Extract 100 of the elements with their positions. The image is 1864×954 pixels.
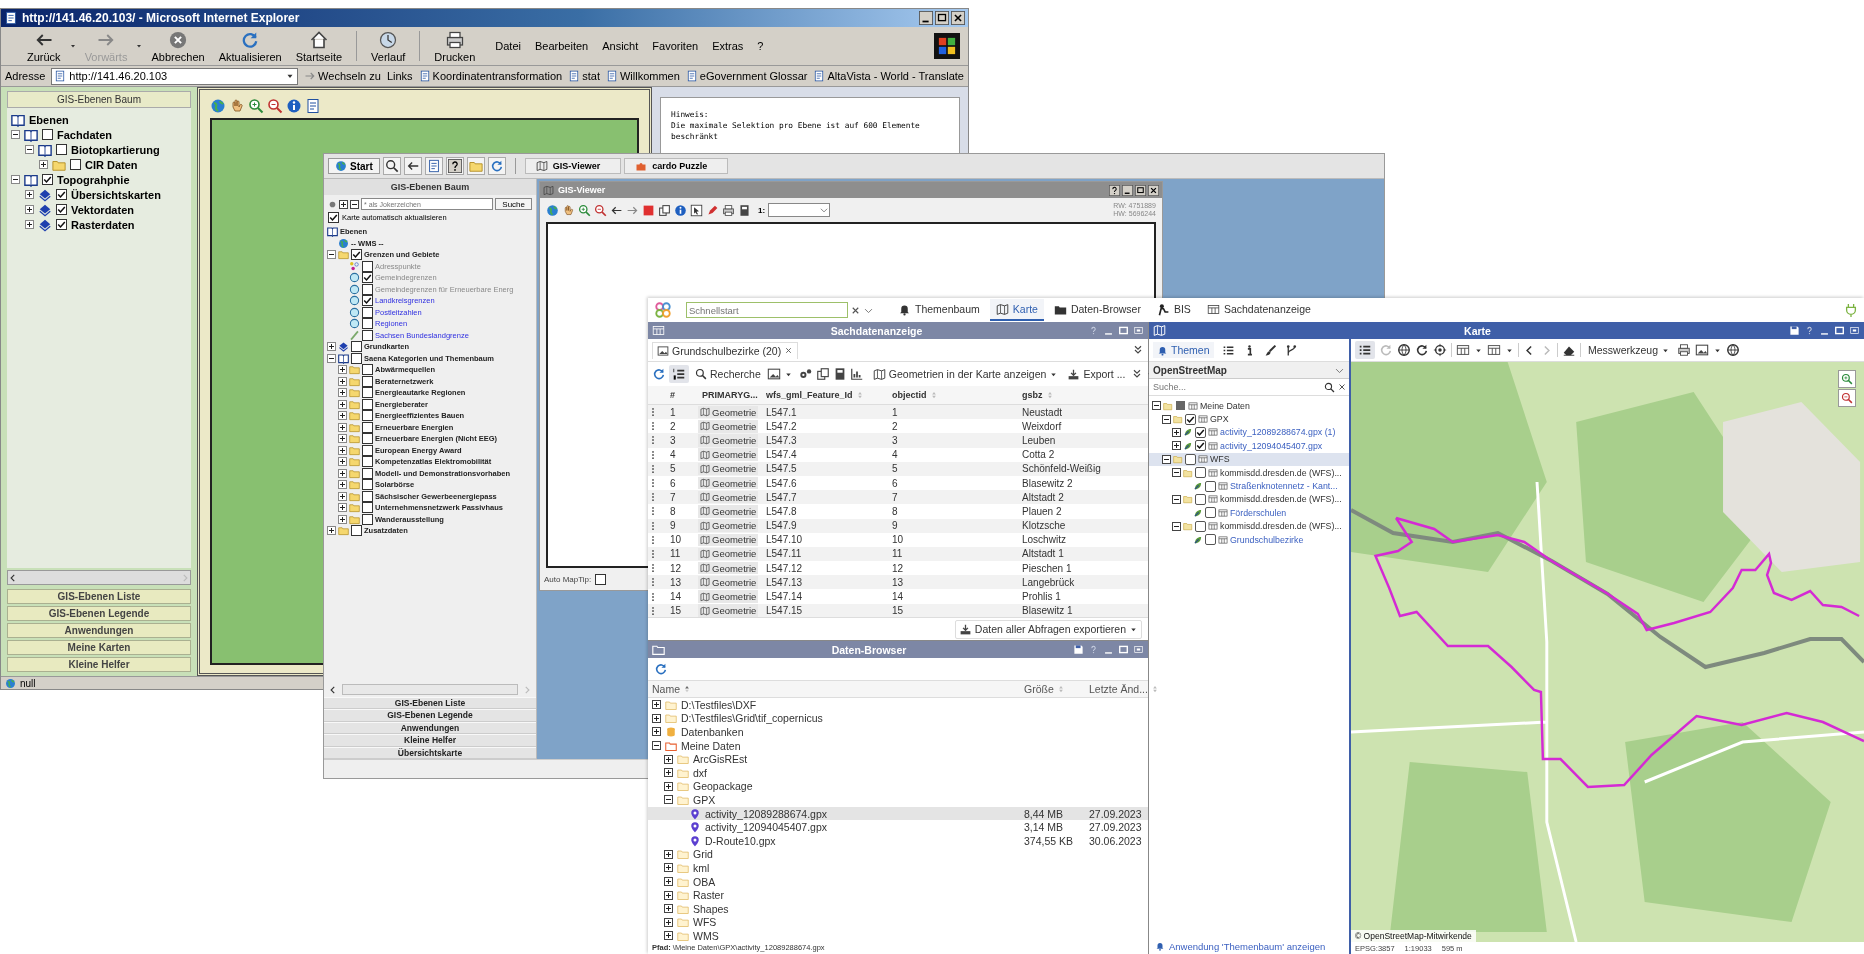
geometry-button[interactable]: Geometrie (698, 505, 759, 518)
file-row[interactable]: WMS (648, 929, 1148, 942)
panel-button[interactable]: GIS-Ebenen Legende (324, 709, 536, 722)
geometry-button[interactable]: Geometrie (698, 420, 759, 433)
menu-item[interactable]: Extras (712, 40, 744, 52)
tree-label[interactable]: CIR Daten (85, 158, 138, 171)
file-row[interactable]: D:\Testfiles\DXF (648, 698, 1148, 712)
file-row[interactable]: activity_12089288674.gpx 8,44 MB 27.09.2023 (648, 806, 1148, 821)
geometry-button[interactable]: Geometrie (698, 533, 759, 547)
panel-button[interactable]: GIS-Ebenen Liste (324, 696, 536, 709)
tree-label[interactable]: Übersichtskarten (71, 188, 161, 201)
toolbar-button[interactable]: Abbrechen (145, 27, 211, 65)
result-tab[interactable]: Grundschulbezirke (20) (652, 341, 799, 359)
panel-button[interactable]: Anwendungen (7, 623, 191, 638)
geometry-button[interactable]: Geometrie (698, 405, 759, 419)
toolbar-button[interactable]: Zurück (21, 27, 67, 65)
tree-label[interactable]: Topograhphie (57, 173, 130, 186)
map-attribution[interactable]: © OpenStreetMap-Mitwirkende (1351, 930, 1476, 942)
tree-label[interactable]: WFS (1210, 454, 1230, 465)
toolbar-button[interactable]: Aktualisieren (212, 27, 288, 65)
geometry-button[interactable]: Geometrie (698, 576, 759, 589)
tree-row[interactable]: Förderschulen (1149, 506, 1349, 520)
file-row[interactable]: D:\Testfiles\Grid\tif_copernicus (648, 711, 1148, 726)
link[interactable]: stat (568, 70, 600, 82)
menu-item[interactable]: Bearbeiten (535, 40, 589, 52)
file-row[interactable]: kml (648, 861, 1148, 875)
show-app-link[interactable]: Anwendung 'Themenbaum' anzeigen (1149, 938, 1349, 954)
geometry-button[interactable]: Geometrie (698, 519, 759, 532)
menu-item[interactable]: Favoriten (652, 40, 699, 52)
task-button[interactable]: GIS-Viewer (524, 158, 622, 174)
tree-label[interactable]: Meine Daten (1200, 400, 1250, 411)
nav-tab[interactable]: BIS (1150, 299, 1197, 321)
geometry-button[interactable]: Geometrie (698, 476, 759, 490)
search-button[interactable]: Recherche (692, 366, 764, 382)
geometry-button[interactable]: Geometrie (698, 490, 759, 504)
panel-button[interactable]: Meine Karten (7, 640, 191, 655)
layer-label[interactable]: Förderschulen (1230, 507, 1287, 518)
themes-tab[interactable]: Themen (1153, 342, 1214, 358)
file-row[interactable]: ArcGisREst (648, 752, 1148, 766)
tree-row[interactable]: activity_12089288674.gpx (1) (1149, 425, 1349, 440)
geometry-button[interactable]: Geometrie (698, 434, 759, 447)
link[interactable]: Koordinatentransformation (418, 70, 563, 82)
column-header[interactable]: Größe (1024, 683, 1054, 695)
address-field[interactable]: http://141.46.20.103 (51, 67, 299, 85)
layer-label[interactable]: Grundschulbezirke (1230, 534, 1304, 545)
tree-row[interactable]: kommisdd.dresden.de (WFS)... (1149, 465, 1349, 480)
file-row[interactable]: Shapes (648, 901, 1148, 916)
file-row[interactable]: D-Route10.gpx 374,55 KB 30.06.2023 (648, 833, 1148, 848)
search-button[interactable]: Suche (495, 198, 532, 210)
tree-label[interactable]: GPX (1210, 414, 1229, 425)
nav-tab[interactable]: Themenbaum (892, 299, 986, 321)
link[interactable]: Willkommen (605, 70, 680, 82)
layer-label[interactable]: activity_12094045407.gpx (1220, 440, 1323, 451)
panel-button[interactable]: GIS-Ebenen Legende (7, 606, 191, 621)
tree-label[interactable]: Rasterdaten (71, 218, 135, 231)
file-row[interactable]: GPX (648, 793, 1148, 807)
toolbar-button[interactable]: Startseite (289, 27, 349, 65)
panel-button[interactable]: GIS-Ebenen Liste (7, 589, 191, 604)
column-header[interactable]: Name (652, 683, 680, 695)
show-geometries-button[interactable]: Geometrien in der Karte anzeigen (869, 365, 1062, 383)
basemap-dropdown[interactable]: OpenStreetMap (1149, 362, 1349, 379)
layer-label[interactable]: activity_12089288674.gpx (1) (1220, 427, 1336, 438)
tree-label[interactable]: Biotopkartierung (71, 143, 160, 156)
go-button[interactable]: Wechseln zu (304, 70, 381, 82)
file-row[interactable]: Geopackage (648, 779, 1148, 794)
export-button[interactable]: Export ... (1064, 365, 1129, 383)
tree-row[interactable]: Grundschulbezirke (1149, 532, 1349, 547)
start-button[interactable]: Start (328, 158, 380, 174)
file-row[interactable]: Datenbanken (648, 725, 1148, 739)
column-header[interactable]: Letzte Änd... (1089, 683, 1148, 695)
menu-item[interactable]: Ansicht (602, 40, 639, 52)
tree-label[interactable]: Vektordaten (71, 203, 134, 216)
panel-button[interactable]: Kleine Helfer (324, 734, 536, 747)
tree-label[interactable]: kommisdd.dresden.de (WFS)... (1220, 521, 1342, 532)
tree-label[interactable]: Ebenen (29, 113, 69, 126)
file-row[interactable]: OBA (648, 874, 1148, 889)
column-header[interactable]: # (670, 390, 675, 400)
geometry-button[interactable]: Geometrie (698, 561, 759, 575)
column-header[interactable]: wfs_gml_Feature_Id (766, 390, 853, 400)
file-row[interactable]: WFS (648, 915, 1148, 930)
geometry-button[interactable]: Geometrie (698, 462, 759, 476)
export-all-button[interactable]: Daten aller Abfragen exportieren (954, 619, 1142, 639)
search-field[interactable]: Schnellstart (686, 302, 848, 318)
toolbar-button[interactable]: Verlauf (365, 27, 412, 65)
tree-row[interactable]: activity_12094045407.gpx (1149, 439, 1349, 453)
tree-row[interactable]: GPX (1149, 412, 1349, 426)
tree-row[interactable]: Meine Daten (1149, 399, 1349, 413)
measure-dropdown[interactable]: Messwerkzeug (1585, 342, 1674, 358)
tree-label[interactable]: kommisdd.dresden.de (WFS)... (1220, 467, 1342, 478)
toolbar-button[interactable]: Drucken (428, 27, 482, 65)
tree-label[interactable]: Fachdaten (57, 128, 112, 141)
tree-row[interactable]: kommisdd.dresden.de (WFS)... (1149, 492, 1349, 507)
nav-tab[interactable]: Karte (989, 299, 1044, 321)
task-button[interactable]: cardo Puzzle (624, 158, 729, 174)
menu-item[interactable]: Datei (495, 40, 521, 52)
geometry-button[interactable]: Geometrie (698, 590, 759, 603)
menu-item[interactable]: ? (757, 40, 764, 52)
link[interactable]: eGovernment Glossar (685, 70, 808, 82)
geometry-button[interactable]: Geometrie (698, 448, 759, 461)
nav-tab[interactable]: Sachdatenanzeige (1200, 299, 1317, 321)
